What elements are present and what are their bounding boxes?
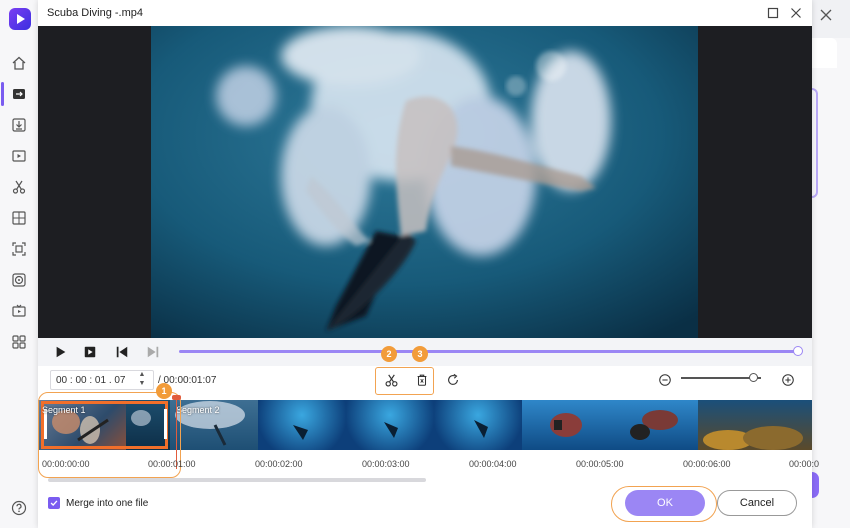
tick-label: 00:00:05:00 [576,459,624,469]
home-icon[interactable] [10,54,28,72]
playback-progress-handle[interactable] [793,346,803,356]
thumbnail [346,400,434,450]
app-window: Scuba Diving -.mp4 00: 00: 01 . 07 ▲ ▼… [0,0,850,528]
video-preview-area [38,26,812,338]
cancel-button[interactable]: Cancel [717,490,797,516]
tick-label: 00:00:00:00 [42,459,90,469]
step-badge-1: 1 [156,383,172,399]
merge-checkbox[interactable] [48,497,60,509]
main-sidebar [0,0,38,528]
compress-icon[interactable] [10,209,28,227]
toolbox-icon[interactable] [10,333,28,351]
dialog-title: Scuba Diving -.mp4 [47,7,143,19]
video-icon[interactable] [10,147,28,165]
reset-icon[interactable] [445,372,461,388]
background-card [812,38,837,68]
play-icon[interactable] [53,344,69,360]
step-badge-2: 2 [381,346,397,362]
thumbnail [522,400,610,450]
stop-icon[interactable] [82,344,98,360]
screen-record-icon[interactable] [10,240,28,258]
next-frame-icon[interactable] [145,344,161,360]
trim-dialog: Scuba Diving -.mp4 00: 00: 01 . 07 ▲ ▼… [38,0,819,528]
convert-icon[interactable] [1,82,28,106]
main-close-icon[interactable] [818,7,836,25]
thumbnail [610,400,698,450]
zoom-slider-handle[interactable] [749,373,758,382]
merge-label: Merge into one file [66,497,149,509]
segment-2-label: Segment 2 [176,405,220,415]
prev-frame-icon[interactable] [114,344,130,360]
background-action-button[interactable] [812,472,819,498]
playback-progress-bar[interactable] [179,350,799,353]
maximize-icon[interactable] [765,5,781,21]
tick-label: 00:00:01:00 [148,459,196,469]
cut-icon[interactable] [10,178,28,196]
timeline-scrollbar[interactable] [48,478,426,482]
tick-label: 00:00:02:00 [255,459,303,469]
thumbnail [258,400,346,450]
tick-label: 00:00:0 [789,459,820,469]
close-icon[interactable] [788,5,804,21]
zoom-in-icon[interactable] [780,372,796,388]
ok-button[interactable]: OK [625,490,705,516]
merge-option[interactable]: Merge into one file [48,495,148,511]
video-frame [151,26,698,338]
timeline-ruler: 00:00:00:00 00:00:01:00 00:00:02:00 00:0… [38,454,819,474]
time-stepper[interactable]: ▲ ▼ [137,370,147,390]
thumbnail [698,400,812,450]
step-badge-3: 3 [412,346,428,362]
app-logo-icon [9,8,31,30]
tick-label: 00:00:06:00 [683,459,731,469]
delete-icon[interactable] [414,372,430,388]
burn-icon[interactable] [10,271,28,289]
scissors-icon[interactable] [383,372,399,388]
zoom-out-icon[interactable] [657,372,673,388]
dialog-titlebar: Scuba Diving -.mp4 [38,0,812,26]
tick-label: 00:00:03:00 [362,459,410,469]
help-icon[interactable] [10,499,28,517]
download-icon[interactable] [10,116,28,134]
tv-icon[interactable] [10,302,28,320]
background-drop-area [812,88,818,198]
thumbnail [434,400,522,450]
tick-label: 00:00:04:00 [469,459,517,469]
